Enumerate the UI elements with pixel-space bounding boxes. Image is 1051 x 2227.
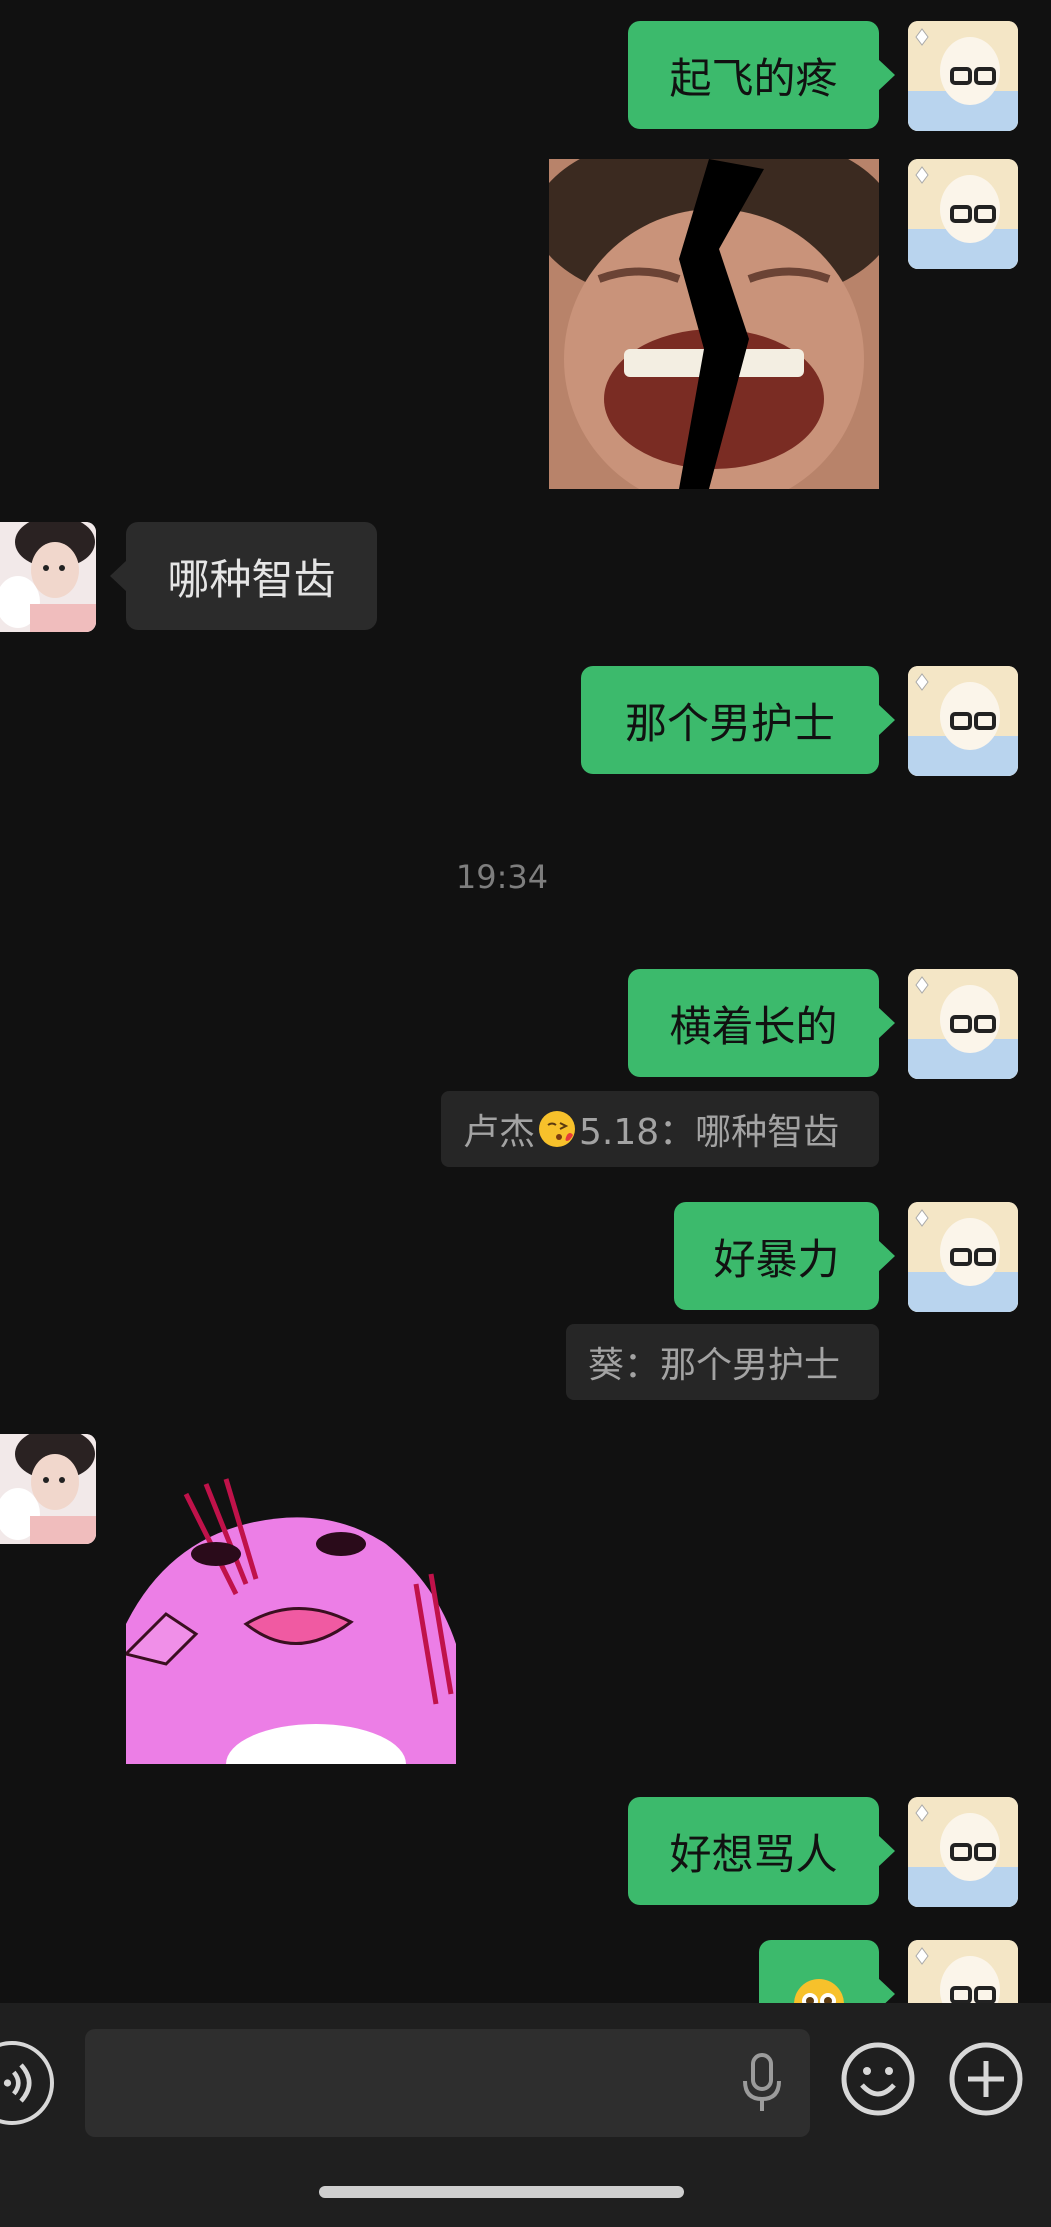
avatar-me[interactable] [908,666,1018,776]
input-bar [0,2003,1051,2227]
quote-text: 葵：那个男护士 [588,1345,841,1386]
message-text: 哪种智齿 [167,554,336,604]
message-text: 好暴力 [713,1234,840,1284]
quote-sender: 卢杰 [463,1112,536,1153]
timestamp: 19:34 [455,858,549,896]
avatar-me[interactable] [908,21,1018,131]
quote-text: 5.18：哪种智齿 [579,1112,840,1153]
quoted-reply[interactable]: 葵：那个男护士 [566,1324,879,1400]
message-text: 那个男护士 [624,698,835,748]
message-bubble-me[interactable]: 横着长的 [628,969,895,1077]
message-bubble-other[interactable]: 哪种智齿 [110,522,377,630]
plus-icon[interactable] [948,2041,1024,2117]
message-bubble-me[interactable]: 起飞的疼 [628,21,895,129]
kissing-face-emoji [537,1109,577,1149]
home-indicator[interactable] [319,2186,684,2198]
avatar-me[interactable] [908,1202,1018,1312]
flushed-face-emoji [792,1977,846,2003]
sticker-message[interactable] [123,1464,456,1804]
avatar-other[interactable] [0,522,96,632]
avatar-other[interactable] [0,1434,96,1544]
avatar-me[interactable] [908,1940,1018,2003]
message-bubble-me[interactable]: 好暴力 [674,1202,895,1310]
image-message[interactable] [549,159,879,489]
chat-message-list[interactable]: 起飞的疼 哪种智齿 那个男护士 19:34 横着长的 卢杰 5.18：哪种智齿 … [0,0,1051,2003]
voice-toggle-icon[interactable] [0,2041,54,2125]
avatar-me[interactable] [908,159,1018,269]
message-bubble-me[interactable]: 好想骂人 [628,1797,895,1905]
microphone-icon[interactable] [742,2053,782,2113]
message-input[interactable] [85,2029,725,2137]
message-input-field[interactable] [85,2029,810,2137]
message-text: 横着长的 [669,1001,838,1051]
message-bubble-me[interactable]: 那个男护士 [581,666,895,774]
message-text: 起飞的疼 [669,53,838,103]
avatar-me[interactable] [908,969,1018,1079]
message-text: 好想骂人 [669,1829,838,1879]
avatar-me[interactable] [908,1797,1018,1907]
quoted-reply[interactable]: 卢杰 5.18：哪种智齿 [441,1091,879,1167]
emoji-icon[interactable] [840,2041,916,2117]
message-bubble-me[interactable] [759,1940,895,2003]
